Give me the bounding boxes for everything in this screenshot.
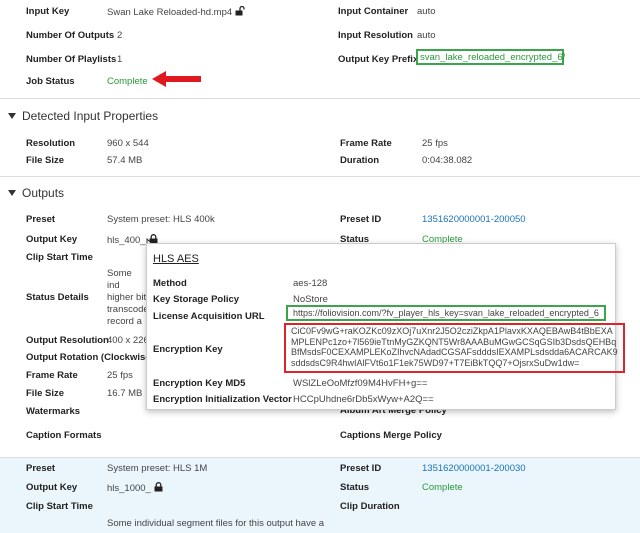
outputs-count-value: 2 xyxy=(117,30,123,41)
input-container-label: Input Container xyxy=(338,6,409,17)
input-key-value: Swan Lake Reloaded-hd.mp4 xyxy=(107,6,245,18)
collapse-triangle-icon xyxy=(8,113,16,119)
o2-output-key-value: hls_1000_ xyxy=(107,482,163,494)
o2-status-value: Complete xyxy=(422,482,463,493)
o1-output-resolution-label: Output Resolution xyxy=(26,335,109,346)
popup-enc-key-value: CiC0Fv9wG+raKOZKc09zXOj7uXnr2J5O2cziZkpA… xyxy=(291,326,618,368)
o2-preset-label: Preset xyxy=(26,463,56,474)
detected-duration-label: Duration xyxy=(340,155,380,166)
popup-enc-key-label: Encryption Key xyxy=(153,344,223,355)
popup-method-label: Method xyxy=(153,278,187,289)
detected-filesize-value: 57.4 MB xyxy=(107,155,143,166)
o1-output-resolution-value: 400 x 226 xyxy=(107,335,149,346)
popup-url-value[interactable]: https://foliovision.com/?fv_player_hls_k… xyxy=(293,308,599,318)
detected-resolution-label: Resolution xyxy=(26,138,76,149)
o2-status-label: Status xyxy=(340,482,370,493)
o1-clip-start-label: Clip Start Time xyxy=(26,252,93,263)
output-key-prefix-value: svan_lake_reloaded_encrypted_6/ xyxy=(420,52,566,63)
popup-storage-label: Key Storage Policy xyxy=(153,294,240,305)
detected-section-header[interactable]: Detected Input Properties xyxy=(8,109,158,123)
o1-framerate-label: Frame Rate xyxy=(26,370,78,381)
detected-framerate-value: 25 fps xyxy=(422,138,448,149)
input-key-label: Input Key xyxy=(26,6,70,17)
job-status-value: Complete xyxy=(107,76,148,87)
input-resolution-label: Input Resolution xyxy=(338,30,413,41)
o1-preset-id-label: Preset ID xyxy=(340,214,382,225)
output-key-prefix-label: Output Key Prefix xyxy=(338,54,419,65)
o2-clip-start-label: Clip Start Time xyxy=(26,501,93,512)
popup-storage-value: NoStore xyxy=(293,294,328,305)
outputs-count-label: Number Of Outputs xyxy=(26,30,115,41)
job-status-label: Job Status xyxy=(26,76,75,87)
o1-watermarks-label: Watermarks xyxy=(26,406,81,417)
o2-preset-value: System preset: HLS 1M xyxy=(107,463,208,474)
popup-url-label: License Acquisition URL xyxy=(153,311,265,322)
popup-md5-value: WSlZLeOoMfzf09M4HvFH+g== xyxy=(293,378,428,389)
collapse-triangle-icon xyxy=(8,190,16,196)
o1-preset-label: Preset xyxy=(26,214,56,225)
o1-rotation-label: Output Rotation (Clockwise xyxy=(26,352,151,363)
o2-note: Some individual segment files for this o… xyxy=(107,518,325,529)
o2-preset-id-link[interactable]: 1351620000001-200030 xyxy=(422,463,526,474)
o2-preset-id-label: Preset ID xyxy=(340,463,382,474)
o1-output-key-text: hls_400_ xyxy=(107,235,146,246)
red-arrow-icon xyxy=(152,71,201,87)
unlock-icon[interactable] xyxy=(235,6,245,16)
input-key-text: Swan Lake Reloaded-hd.mp4 xyxy=(107,7,233,18)
o1-preset-id-link[interactable]: 1351620000001-200050 xyxy=(422,214,526,225)
input-container-value: auto xyxy=(417,6,436,17)
detected-resolution-value: 960 x 544 xyxy=(107,138,149,149)
detected-section-title: Detected Input Properties xyxy=(22,109,159,123)
divider xyxy=(0,457,640,458)
popup-md5-label: Encryption Key MD5 xyxy=(153,378,246,389)
o2-output-key-text: hls_1000_ xyxy=(107,483,151,494)
detected-framerate-label: Frame Rate xyxy=(340,138,392,149)
popup-iv-value: HCCpUhdne6rDb5xWyw+A2Q== xyxy=(293,394,434,405)
o1-preset-value: System preset: HLS 400k xyxy=(107,214,215,225)
outputs-section-header[interactable]: Outputs xyxy=(8,186,64,200)
o1-filesize-label: File Size xyxy=(26,388,65,399)
outputs-section-title: Outputs xyxy=(22,186,65,200)
o2-output-key-label: Output Key xyxy=(26,482,78,493)
popup-method-value: aes-128 xyxy=(293,278,328,289)
playlists-count-label: Number Of Playlists xyxy=(26,54,117,65)
input-resolution-value: auto xyxy=(417,30,436,41)
lock-icon[interactable] xyxy=(154,482,163,492)
o1-filesize-value: 16.7 MB xyxy=(107,388,143,399)
o1-output-key-label: Output Key xyxy=(26,234,78,245)
divider xyxy=(0,98,640,99)
popup-title: HLS AES xyxy=(153,253,199,265)
detected-filesize-label: File Size xyxy=(26,155,65,166)
detected-duration-value: 0:04:38.082 xyxy=(422,155,473,166)
divider xyxy=(0,176,640,177)
o1-status-details-value: Some ind higher bit transcode record a h… xyxy=(107,268,147,327)
popup-iv-label: Encryption Initialization Vector xyxy=(153,394,292,405)
o1-status-details-label: Status Details xyxy=(26,292,89,303)
o1-framerate-value: 25 fps xyxy=(107,370,133,381)
o1-captions-merge-label: Captions Merge Policy xyxy=(340,430,442,441)
o1-caption-formats-label: Caption Formats xyxy=(26,430,102,441)
playlists-count-value: 1 xyxy=(117,54,123,65)
o2-clip-duration-label: Clip Duration xyxy=(340,501,400,512)
